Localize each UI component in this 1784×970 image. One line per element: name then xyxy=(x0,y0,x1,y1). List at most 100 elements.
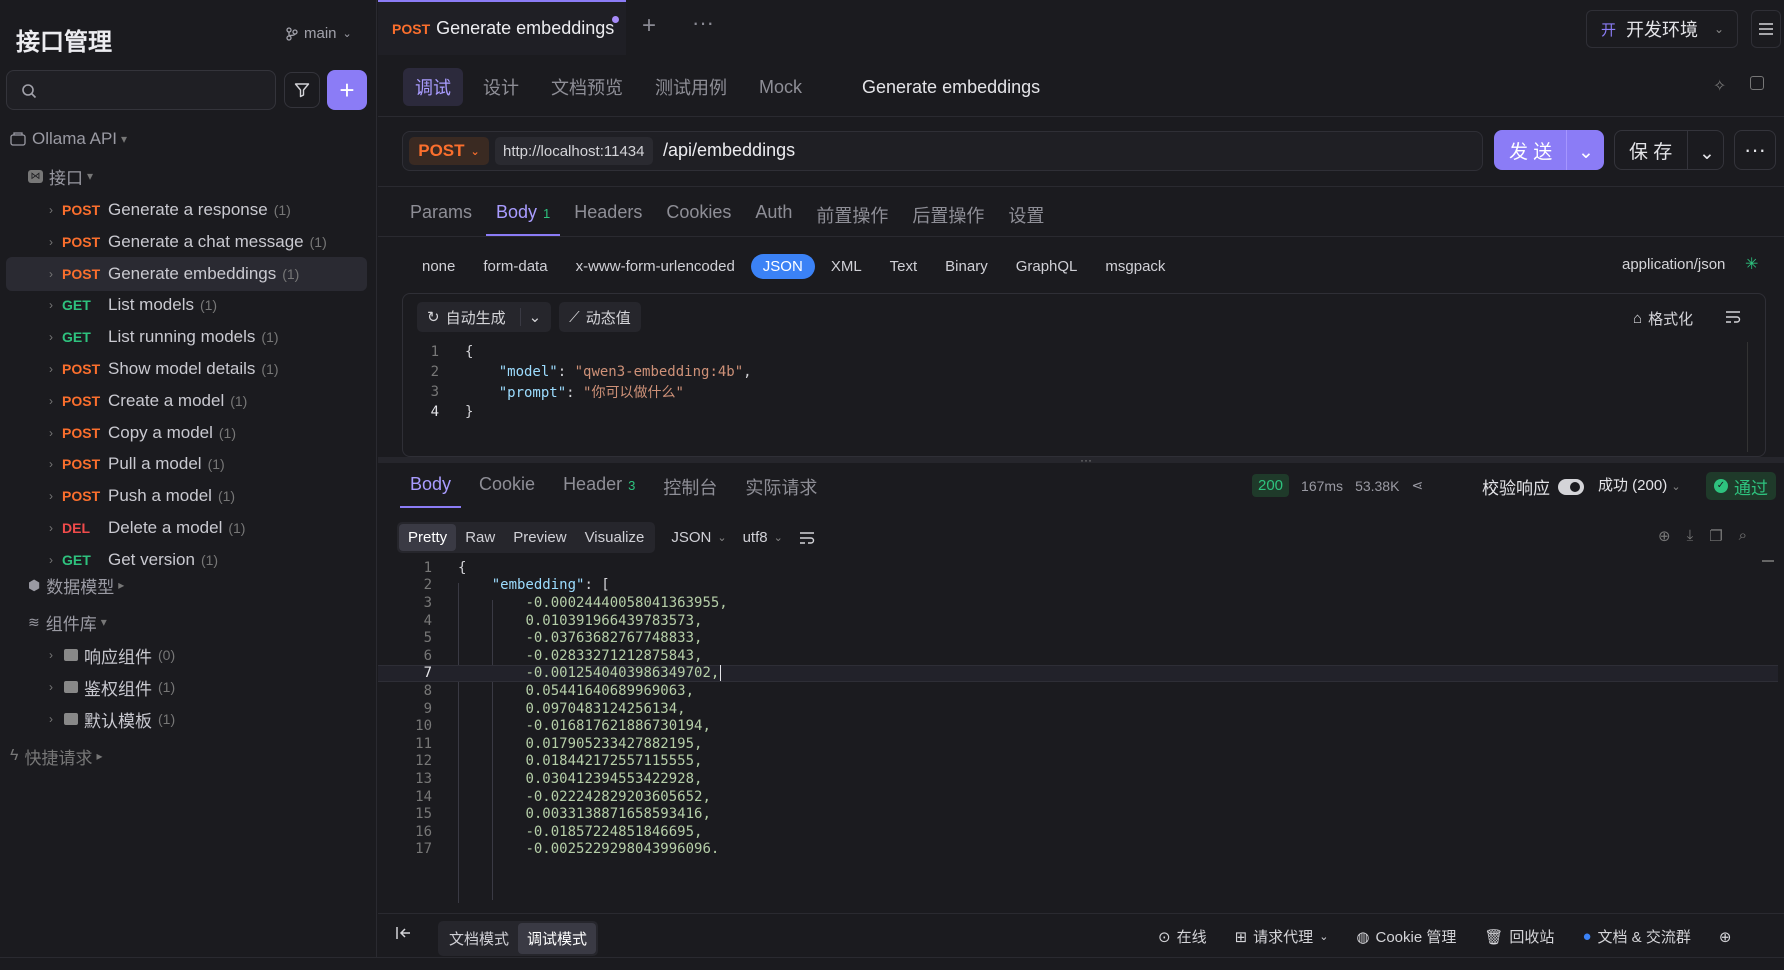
upload-icon[interactable]: ⊕ xyxy=(1658,527,1671,545)
collapse-sidebar-icon[interactable] xyxy=(396,926,412,944)
tab-debug[interactable]: 调试 xyxy=(403,68,463,106)
save-button[interactable]: 保 存 ⌄ xyxy=(1614,130,1724,170)
tab-pre-ops[interactable]: 前置操作 xyxy=(806,194,898,236)
chevron-down-icon[interactable]: ⌄ xyxy=(519,308,541,326)
sidebar-item-endpoint[interactable]: › POST Create a model (1) xyxy=(44,384,247,418)
trash-button[interactable]: 🗑 回收站 xyxy=(1484,926,1554,947)
format-button[interactable]: ⌂ 格式化 xyxy=(1633,308,1693,329)
tab-generate-embeddings[interactable]: POST Generate embeddings xyxy=(378,0,626,55)
tab-mock[interactable]: Mock xyxy=(747,71,814,104)
resp-tab-console[interactable]: 控制台 xyxy=(653,464,727,508)
body-type-binary[interactable]: Binary xyxy=(933,254,1000,279)
environment-selector[interactable]: 开 开发环境 ⌄ xyxy=(1586,10,1738,48)
view-pretty[interactable]: Pretty xyxy=(399,524,457,551)
scrollbar[interactable] xyxy=(1747,342,1748,452)
quick-request-item[interactable]: ϟ 快捷请求 ▸ xyxy=(10,739,106,773)
docs-community-button[interactable]: ● 文档 & 交流群 xyxy=(1582,926,1690,947)
tab-cookies[interactable]: Cookies xyxy=(656,194,741,236)
sidebar-item-endpoint[interactable]: › POST Show model details (1) xyxy=(44,352,279,386)
group-item-api[interactable]: ⋈ 接口 ▾ xyxy=(28,159,97,193)
resp-tab-body[interactable]: Body xyxy=(400,464,462,508)
more-tabs-button[interactable]: ··· xyxy=(692,10,714,36)
verify-response-toggle[interactable]: 校验响应 xyxy=(1482,474,1584,499)
encoding-select[interactable]: utf8 ⌄ xyxy=(743,529,783,546)
body-type-json[interactable]: JSON xyxy=(750,253,815,279)
more-button[interactable]: ··· xyxy=(1734,130,1776,170)
method-select[interactable]: POST ⌄ xyxy=(409,137,489,165)
tab-headers[interactable]: Headers xyxy=(564,194,652,236)
success-selector[interactable]: 成功 (200) ⌄ xyxy=(1598,474,1681,495)
debug-mode-button[interactable]: 调试模式 xyxy=(518,923,597,954)
drag-handle-icon[interactable]: ··· xyxy=(1080,453,1092,467)
sidebar-item-endpoint[interactable]: › POST Pull a model (1) xyxy=(44,447,225,481)
sidebar-item-component[interactable]: › 默认模板 (1) xyxy=(44,702,175,736)
wrap-icon[interactable] xyxy=(1725,310,1741,327)
dynamic-value-button[interactable]: ⟋ 动态值 xyxy=(559,302,641,332)
branch-selector[interactable]: main ⌄ xyxy=(286,25,352,42)
code-area[interactable]: 1{2 "model": "qwen3-embedding:4b", 3 "pro… xyxy=(403,342,1765,422)
sidebar-item-endpoint[interactable]: › POST Generate a response (1) xyxy=(44,193,291,227)
sidebar-item-endpoint[interactable]: › GET List running models (1) xyxy=(44,320,279,354)
wrap-icon[interactable] xyxy=(799,531,815,544)
sidebar-item-endpoint[interactable]: › POST Copy a model (1) xyxy=(44,416,236,450)
body-type-form-data[interactable]: form-data xyxy=(471,254,559,279)
sidebar-item-component[interactable]: › 响应组件 (0) xyxy=(44,638,175,672)
sidebar-item-endpoint[interactable]: › POST Generate embeddings (1) xyxy=(6,256,367,291)
tab-doc-preview[interactable]: 文档预览 xyxy=(539,68,635,106)
help-icon[interactable]: ⊕ xyxy=(1719,926,1732,947)
body-type-urlencoded[interactable]: x-www-form-urlencoded xyxy=(564,254,747,279)
tab-post-ops[interactable]: 后置操作 xyxy=(902,194,994,236)
send-button[interactable]: 发 送 ⌄ xyxy=(1494,130,1604,170)
search-input[interactable] xyxy=(6,70,276,110)
share-icon[interactable]: ⋖ xyxy=(1411,477,1423,494)
proxy-button[interactable]: ⊞ 请求代理 ⌄ xyxy=(1235,926,1329,947)
sidebar-item-endpoint[interactable]: › GET List models (1) xyxy=(44,288,217,322)
resp-tab-actual-request[interactable]: 实际请求 xyxy=(735,464,827,508)
body-type-xml[interactable]: XML xyxy=(819,254,874,279)
scrollbar[interactable] xyxy=(1762,560,1774,562)
menu-button[interactable] xyxy=(1751,10,1781,48)
components-item[interactable]: ≋ 组件库 ▾ xyxy=(28,605,111,639)
filter-button[interactable] xyxy=(284,72,320,108)
search-icon[interactable]: ⌕ xyxy=(1739,527,1747,545)
tab-design[interactable]: 设计 xyxy=(471,68,531,106)
tab-test-cases[interactable]: 测试用例 xyxy=(643,68,739,106)
body-type-text[interactable]: Text xyxy=(878,254,930,279)
project-item[interactable]: Ollama API ▾ xyxy=(10,122,131,156)
tab-settings[interactable]: 设置 xyxy=(998,194,1054,236)
sidebar-item-component[interactable]: › 鉴权组件 (1) xyxy=(44,670,175,704)
view-preview[interactable]: Preview xyxy=(504,524,575,551)
sidebar-item-endpoint[interactable]: › POST Generate a chat message (1) xyxy=(44,225,327,259)
auto-generate-button[interactable]: ↻ 自动生成 ⌄ xyxy=(417,302,552,332)
download-icon[interactable]: ⤓ xyxy=(1687,527,1694,545)
sidebar-item-endpoint[interactable]: › DEL Delete a model (1) xyxy=(44,511,245,545)
panel-toggle-icon[interactable] xyxy=(1750,76,1764,90)
view-visualize[interactable]: Visualize xyxy=(576,524,654,551)
response-body[interactable]: 1{2 "embedding": [3 -0.00024440058041363… xyxy=(378,559,1778,858)
path-input[interactable]: /api/embeddings xyxy=(663,140,795,161)
tab-auth[interactable]: Auth xyxy=(745,194,802,236)
resp-tab-header[interactable]: Header 3 xyxy=(553,464,645,508)
add-button[interactable]: + xyxy=(327,70,367,110)
tab-params[interactable]: Params xyxy=(400,194,482,236)
online-status[interactable]: ⊙ 在线 xyxy=(1158,926,1207,947)
resp-tab-cookie[interactable]: Cookie xyxy=(469,464,545,508)
chevron-down-icon[interactable]: ⌄ xyxy=(1578,141,1594,164)
pin-icon[interactable]: ✧ xyxy=(1713,76,1726,96)
new-tab-button[interactable]: + xyxy=(642,12,656,40)
toggle-switch[interactable] xyxy=(1558,478,1584,495)
format-select[interactable]: JSON ⌄ xyxy=(671,529,726,546)
chevron-down-icon[interactable]: ⌄ xyxy=(1699,142,1715,165)
doc-mode-button[interactable]: 文档模式 xyxy=(440,923,518,954)
body-type-graphql[interactable]: GraphQL xyxy=(1004,254,1090,279)
sidebar-item-endpoint[interactable]: › POST Push a model (1) xyxy=(44,479,235,513)
view-raw[interactable]: Raw xyxy=(456,524,504,551)
request-body-editor[interactable]: ↻ 自动生成 ⌄ ⟋ 动态值 ⌂ 格式化 1{2 "model": "qwen3… xyxy=(402,293,1766,457)
body-type-msgpack[interactable]: msgpack xyxy=(1093,254,1177,279)
body-type-none[interactable]: none xyxy=(410,254,467,279)
base-url[interactable]: http://localhost:11434 xyxy=(495,137,653,165)
tab-body[interactable]: Body 1 xyxy=(486,194,561,236)
data-models-item[interactable]: ⬢ 数据模型 ▸ xyxy=(28,568,128,602)
cookie-manager-button[interactable]: ◍ Cookie 管理 xyxy=(1356,926,1456,947)
copy-icon[interactable]: ❐ xyxy=(1709,527,1722,545)
